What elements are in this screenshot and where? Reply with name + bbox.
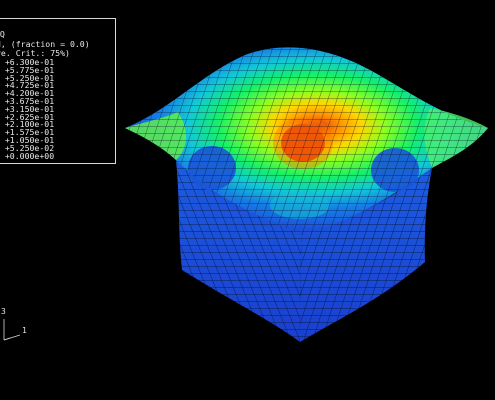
axis-label-3: 3 — [1, 307, 6, 316]
contour-legend: EQ d, (fraction = 0.0) ve. Crit.: 75%) +… — [0, 18, 116, 164]
legend-header-line: ve. Crit.: 75%) — [0, 48, 70, 58]
legend-header-line: d, (fraction = 0.0) — [0, 39, 90, 49]
model-viewport[interactable]: EQ d, (fraction = 0.0) ve. Crit.: 75%) +… — [0, 0, 495, 400]
axis-triad: 3 1 — [0, 305, 40, 345]
legend-value: - +0.000e+00 — [0, 150, 55, 161]
axis-label-1: 1 — [22, 326, 27, 335]
legend-header-line: EQ — [0, 29, 5, 39]
axis-triad-icon — [3, 319, 21, 341]
